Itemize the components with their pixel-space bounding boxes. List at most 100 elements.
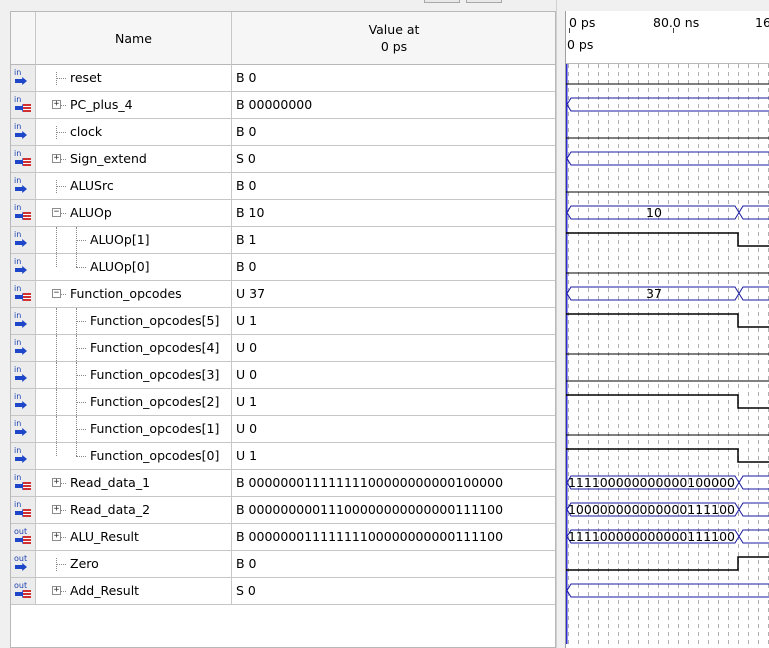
column-header-type	[11, 12, 36, 65]
bus-value-label: 10	[646, 205, 662, 220]
signal-value: U 0	[236, 367, 258, 382]
signal-type-cell: in	[11, 92, 36, 118]
tree-connector	[61, 510, 66, 511]
pin-direction-label: in	[14, 365, 22, 374]
signal-value: B 0	[236, 259, 257, 274]
signal-row[interactable]: out + ALU_Result B 000000011111111000000000…	[11, 524, 555, 551]
bus-marker-icon	[23, 212, 31, 220]
signal-value: B 10	[236, 205, 265, 220]
signal-name-cell: ALUOp[0]	[36, 254, 232, 280]
tree-connector	[76, 267, 86, 268]
pin-arrow-icon	[15, 266, 27, 274]
pin-direction-label: out	[14, 527, 28, 536]
signal-name: Read_data_1	[70, 475, 151, 490]
pin-arrow-icon	[15, 320, 27, 328]
column-header-name-label: Name	[115, 30, 152, 46]
signal-name-cell: + Sign_extend	[36, 146, 232, 172]
pin-arrow-icon	[15, 428, 27, 436]
waveform-line	[566, 232, 769, 247]
pin-direction-label: in	[14, 392, 22, 401]
signal-list-panel: Name Value at 0 ps in reset B 0 in + PC_plus_…	[10, 11, 556, 648]
signal-row[interactable]: in + Read_data_1 B 000000011111111000000000…	[11, 470, 555, 497]
signal-row[interactable]: in + PC_plus_4 B 00000000	[11, 92, 555, 119]
bus-marker-icon	[23, 158, 31, 166]
signal-row[interactable]: in − ALUOp B 10	[11, 200, 555, 227]
tree-connector	[76, 240, 86, 241]
signal-row[interactable]: out + Add_Result S 0	[11, 578, 555, 605]
pin-direction-label: in	[14, 257, 22, 266]
signal-value: U 1	[236, 394, 258, 409]
tree-connector	[61, 591, 66, 592]
pin-arrow-icon	[15, 239, 27, 247]
pin-direction-label: in	[14, 230, 22, 239]
input-pin-icon: in	[14, 230, 32, 249]
collapse-icon[interactable]: −	[52, 289, 61, 298]
signal-type-cell: in	[11, 254, 36, 280]
signal-type-cell: in	[11, 173, 36, 199]
signal-name-cell: reset	[36, 65, 232, 91]
signal-row[interactable]: in clock B 0	[11, 119, 555, 146]
signal-row[interactable]: in Function_opcodes[0] U 1	[11, 443, 555, 470]
signal-row[interactable]: in ALUSrc B 0	[11, 173, 555, 200]
tree-connector	[56, 254, 57, 267]
signal-row[interactable]: in ALUOp[1] B 1	[11, 227, 555, 254]
signal-row[interactable]: out Zero B 0	[11, 551, 555, 578]
column-header-value-label: Value at	[368, 22, 420, 37]
waveform-canvas[interactable]: 10 37 00000001111111100000000000100000 0000…	[566, 64, 769, 648]
pin-direction-label: in	[14, 284, 22, 293]
expand-icon[interactable]: +	[52, 505, 61, 514]
signal-row[interactable]: in Function_opcodes[3] U 0	[11, 362, 555, 389]
tree-connector	[56, 126, 57, 139]
tree-connector	[56, 186, 66, 187]
bus-waveform	[738, 529, 769, 544]
timeline-ruler[interactable]: 0 ps 80.0 ns 16 0 ps	[566, 11, 769, 64]
signal-type-cell: in	[11, 281, 36, 307]
tree-connector	[76, 254, 77, 267]
column-header-name[interactable]: Name	[36, 12, 232, 65]
signal-name: Function_opcodes[5]	[90, 313, 220, 328]
signal-row[interactable]: in − Function_opcodes U 37	[11, 281, 555, 308]
signal-row[interactable]: in reset B 0	[11, 65, 555, 92]
collapse-icon[interactable]: −	[52, 208, 61, 217]
signal-value: S 0	[236, 151, 256, 166]
tree-connector	[56, 78, 66, 79]
column-header-value[interactable]: Value at 0 ps	[232, 12, 555, 65]
tick-label: 16	[755, 15, 769, 30]
waveform-line	[566, 448, 769, 463]
expand-icon[interactable]: +	[52, 586, 61, 595]
pin-direction-label: in	[14, 500, 22, 509]
tree-connector	[61, 213, 66, 214]
signal-name: ALU_Result	[70, 529, 139, 544]
expand-icon[interactable]: +	[52, 532, 61, 541]
signal-row[interactable]: in + Read_data_2 B 000000000111000000000000…	[11, 497, 555, 524]
pin-direction-label: in	[14, 95, 22, 104]
bus-waveform	[738, 475, 769, 490]
pin-direction-label: in	[14, 473, 22, 482]
signal-name-cell: ALUSrc	[36, 173, 232, 199]
signal-row[interactable]: in Function_opcodes[1] U 0	[11, 416, 555, 443]
tree-connector	[56, 227, 57, 253]
bus-marker-icon	[23, 536, 31, 544]
input-pin-icon: in	[14, 473, 32, 492]
panel-splitter[interactable]	[556, 0, 565, 648]
expand-icon[interactable]: +	[52, 154, 61, 163]
signal-row[interactable]: in Function_opcodes[2] U 1	[11, 389, 555, 416]
signal-row[interactable]: in Function_opcodes[4] U 0	[11, 335, 555, 362]
signal-type-cell: in	[11, 146, 36, 172]
pin-direction-label: in	[14, 338, 22, 347]
pin-direction-label: in	[14, 176, 22, 185]
expand-icon[interactable]: +	[52, 478, 61, 487]
signal-row[interactable]: in + Sign_extend S 0	[11, 146, 555, 173]
waveform-panel[interactable]: 0 ps 80.0 ns 16 0 ps 10 37 000000011111111…	[565, 11, 769, 648]
signal-row[interactable]: in Function_opcodes[5] U 1	[11, 308, 555, 335]
expand-icon[interactable]: +	[52, 100, 61, 109]
tree-connector	[56, 564, 66, 565]
input-pin-icon: in	[14, 500, 32, 519]
output-pin-icon: out	[14, 527, 32, 546]
tree-connector	[76, 402, 86, 403]
signal-row[interactable]: in ALUOp[0] B 0	[11, 254, 555, 281]
signal-name: Add_Result	[70, 583, 140, 598]
tree-connector	[56, 72, 57, 85]
pin-arrow-icon	[15, 455, 27, 463]
input-pin-icon: in	[14, 365, 32, 384]
